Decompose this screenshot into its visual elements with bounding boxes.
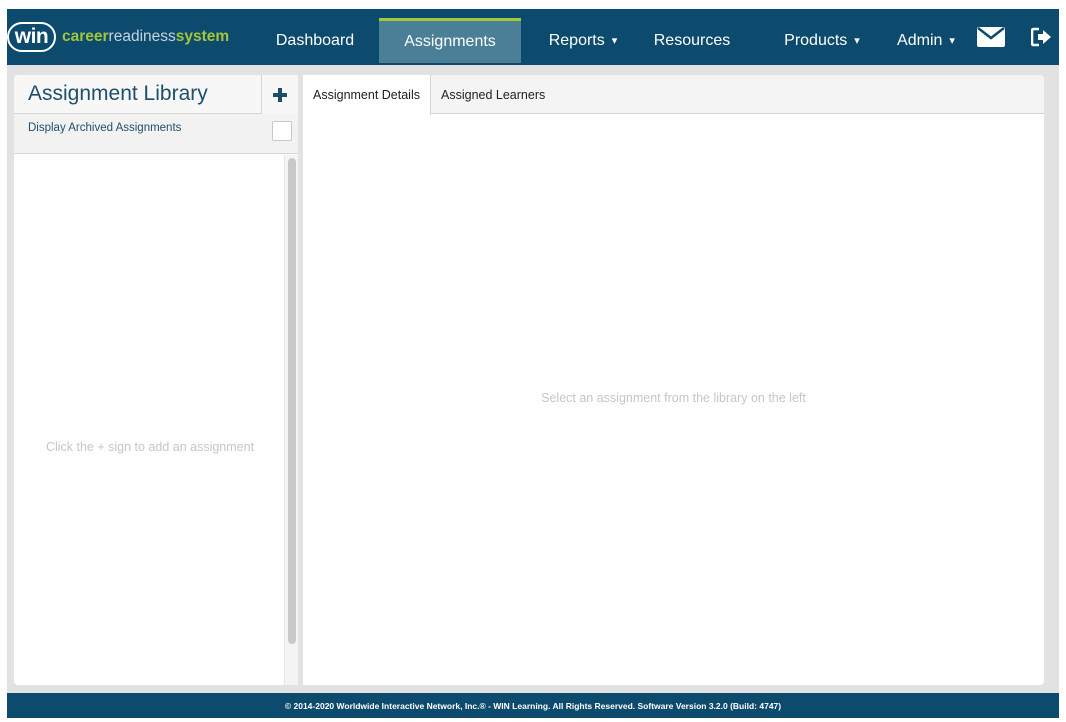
win-logo[interactable]: win careerreadinesssystem (7, 9, 229, 65)
nav-assignments-label: Assignments (404, 33, 496, 50)
nav-resources-label: Resources (653, 31, 731, 49)
chevron-down-icon: ▾ (949, 35, 955, 47)
nav-resources[interactable]: Resources (647, 18, 737, 63)
library-scrollbar[interactable] (284, 155, 298, 685)
wordmark-system: system (175, 28, 230, 45)
library-title: Assignment Library (28, 82, 208, 105)
detail-tabs: Assignment Details Assigned Learners (303, 75, 1044, 115)
library-scrollbar-thumb[interactable] (288, 158, 296, 644)
nav-admin-label: Admin (897, 31, 943, 49)
career-readiness-system-wordmark: careerreadinesssystem (62, 28, 229, 46)
nav-reports-label: Reports (548, 31, 605, 49)
logout-icon[interactable] (1027, 25, 1057, 49)
assignment-detail-panel: Assignment Details Assigned Learners Sel… (303, 75, 1044, 685)
tab-assigned-learners[interactable]: Assigned Learners (431, 75, 555, 114)
tab-label: Assigned Learners (441, 87, 546, 102)
wordmark-readiness: readiness (108, 28, 176, 45)
nav-dashboard[interactable]: Dashboard (261, 18, 369, 63)
plus-icon (273, 87, 287, 102)
chevron-down-icon: ▾ (854, 35, 860, 47)
tab-label: Assignment Details (313, 88, 420, 102)
add-assignment-button[interactable] (261, 75, 298, 114)
footer-text: © 2014-2020 Worldwide Interactive Networ… (284, 700, 782, 711)
assignment-library-panel: Assignment Library Display Archived Assi… (14, 75, 298, 685)
copyright-footer: © 2014-2020 Worldwide Interactive Networ… (7, 693, 1059, 718)
top-navbar: win careerreadinesssystem Dashboard Assi… (7, 9, 1059, 65)
nav-products[interactable]: Products ▾ (774, 18, 870, 63)
archived-label: Display Archived Assignments (28, 122, 182, 134)
library-header: Assignment Library (14, 75, 298, 114)
nav-dashboard-label: Dashboard (275, 31, 355, 49)
archived-filter-row: Display Archived Assignments (14, 114, 298, 154)
nav-reports[interactable]: Reports ▾ (539, 18, 627, 63)
tab-assignment-details[interactable]: Assignment Details (303, 75, 431, 115)
nav-assignments[interactable]: Assignments (379, 18, 521, 63)
detail-empty-message: Select an assignment from the library on… (541, 391, 806, 405)
win-logo-badge: win (7, 22, 56, 52)
chevron-down-icon: ▾ (611, 35, 618, 47)
assignment-list: Click the + sign to add an assignment (14, 155, 298, 685)
archived-checkbox[interactable] (272, 121, 292, 141)
library-empty-message: Click the + sign to add an assignment (45, 440, 255, 454)
nav-admin[interactable]: Admin ▾ (889, 18, 963, 63)
wordmark-career: career (62, 28, 109, 45)
envelope-icon[interactable] (973, 25, 1009, 49)
nav-products-label: Products (784, 31, 848, 49)
